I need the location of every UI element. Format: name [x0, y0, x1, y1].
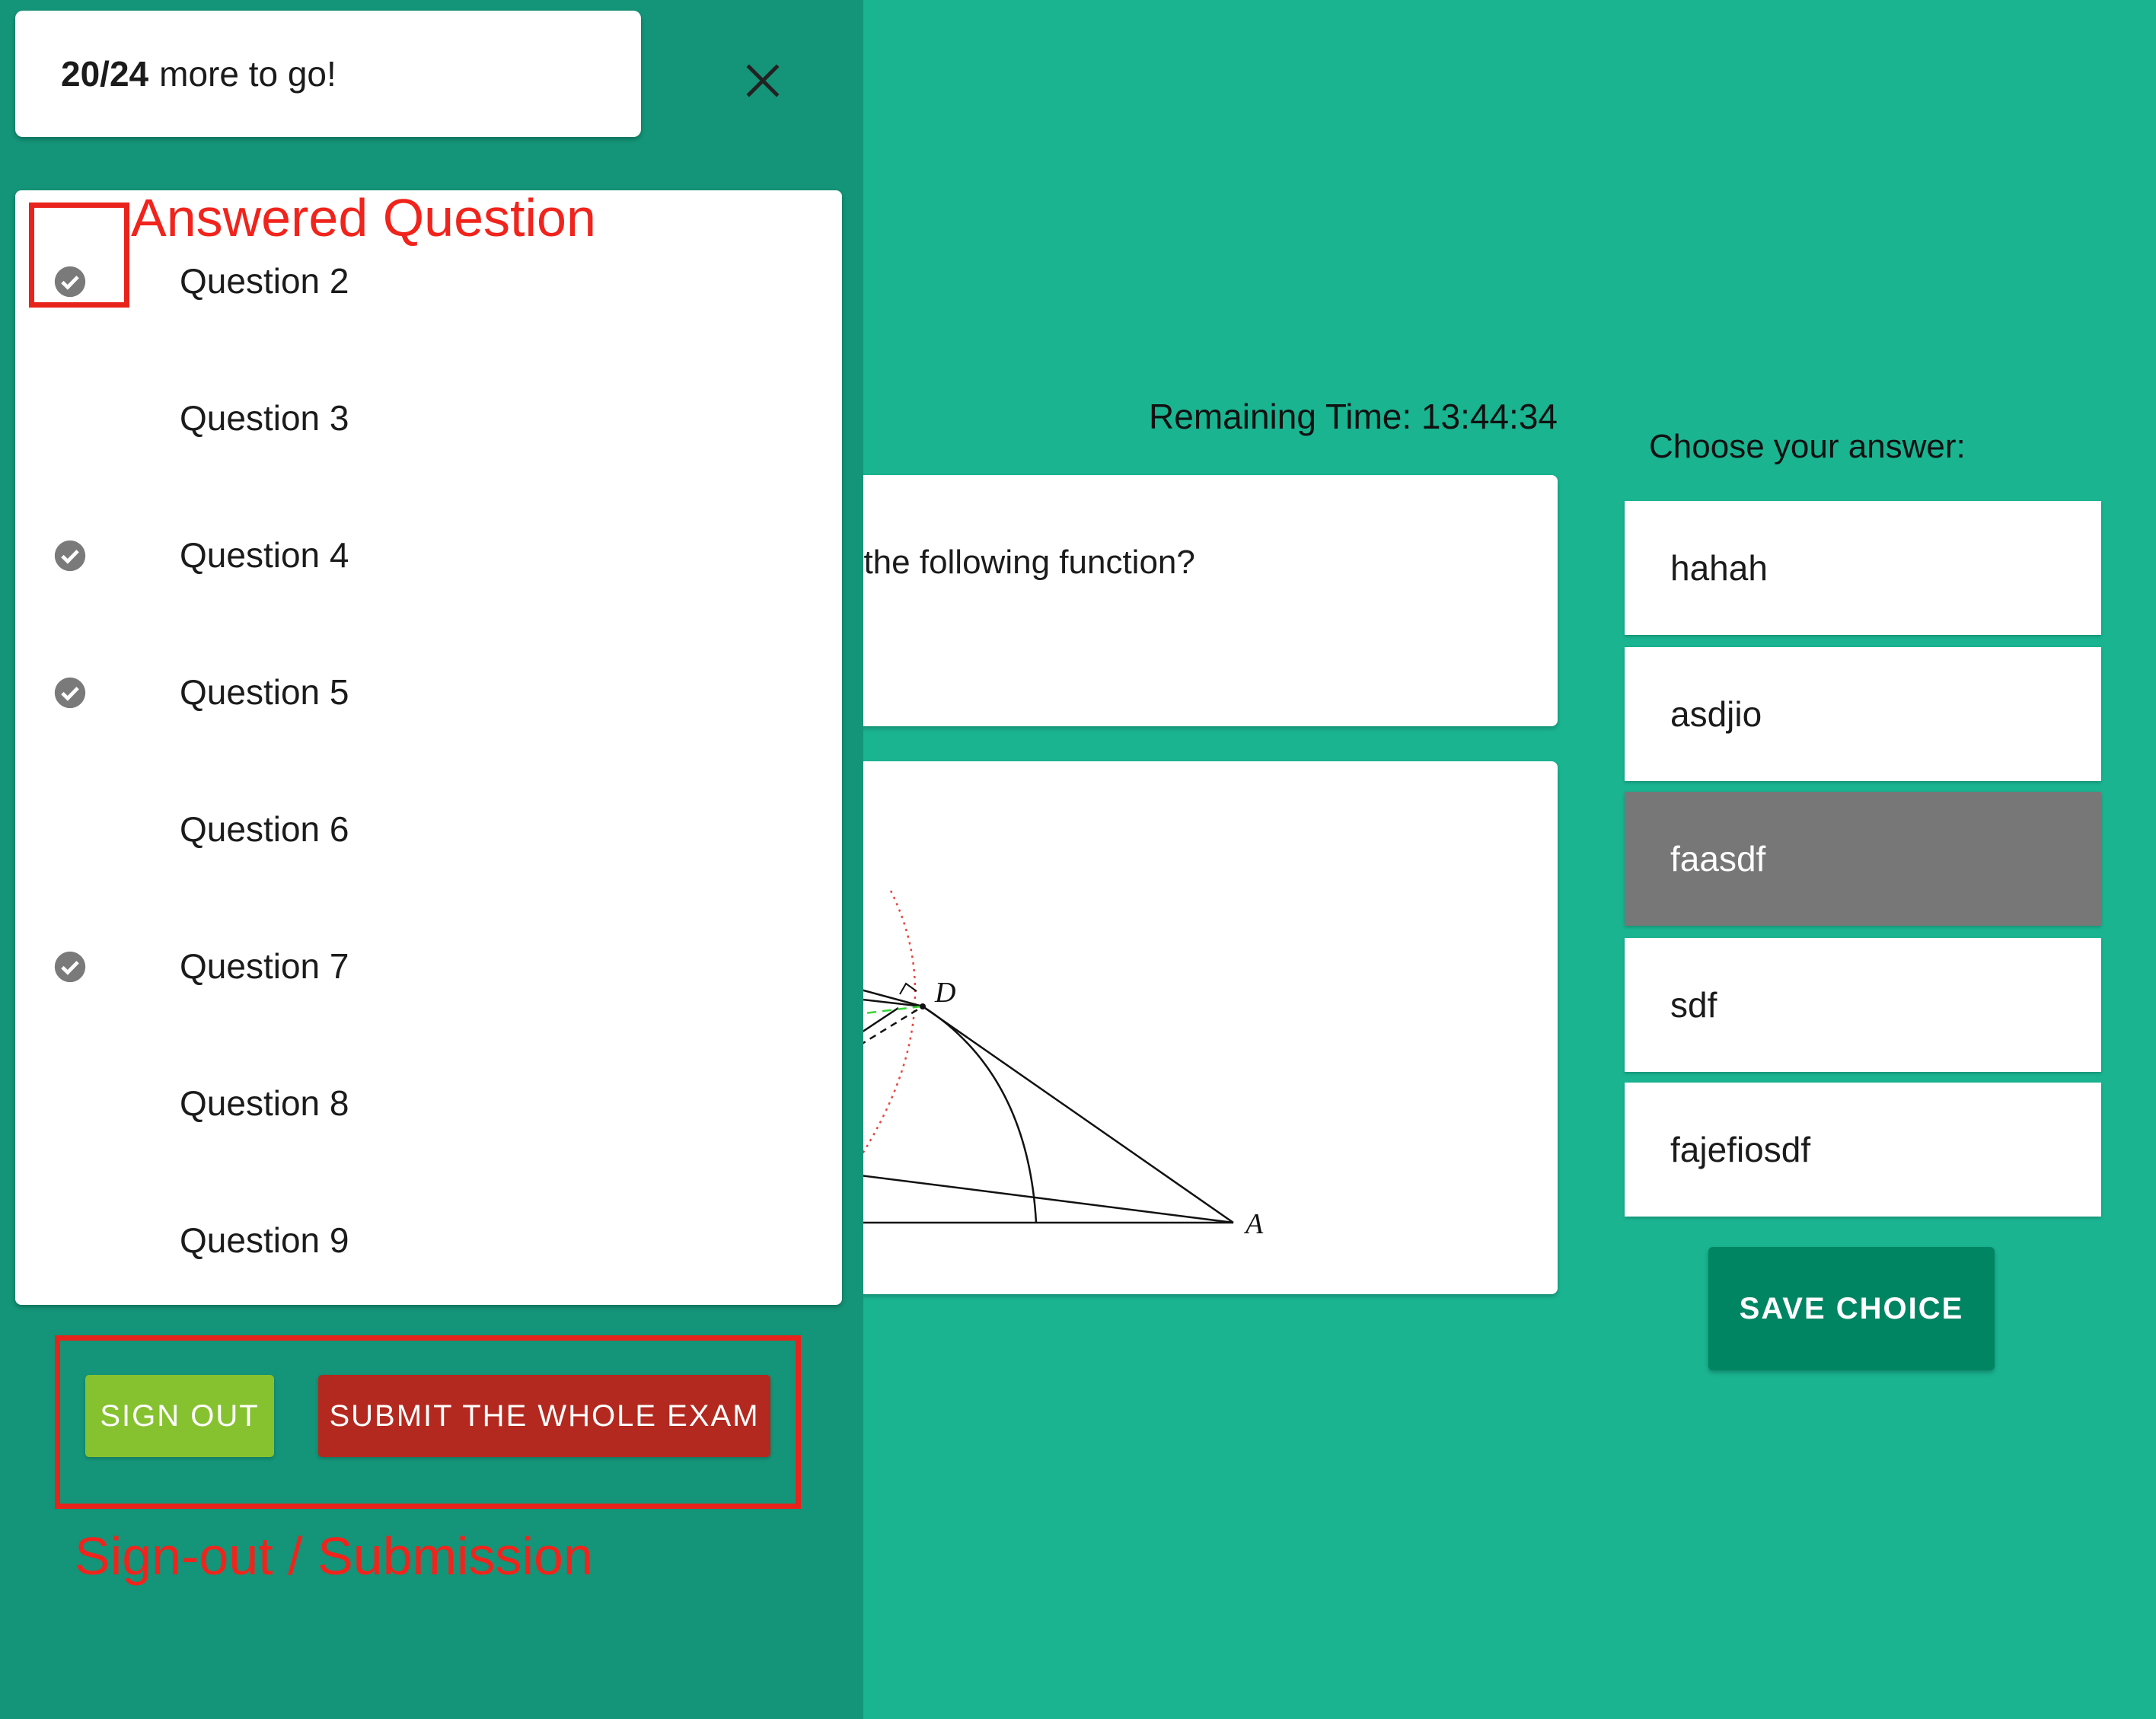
- check-circle-icon: [54, 540, 86, 572]
- question-label: Question 6: [180, 809, 349, 849]
- remaining-time: Remaining Time: 13:44:34: [1149, 397, 1558, 436]
- figure-label-a: A: [1243, 1208, 1264, 1240]
- question-list-item[interactable]: Question 2: [15, 213, 842, 350]
- check-circle-icon: [54, 677, 86, 709]
- close-drawer-button[interactable]: [735, 53, 790, 108]
- figure-point-d: [920, 1003, 926, 1009]
- figure-right-angle: [899, 982, 917, 995]
- figure-label-d: D: [934, 977, 955, 1009]
- answer-option-label: asdjio: [1670, 694, 1762, 734]
- question-label: Question 2: [180, 261, 349, 301]
- question-label: Question 9: [180, 1220, 349, 1260]
- figure-dotted-circle: [859, 890, 917, 1158]
- question-list-item[interactable]: Question 6: [15, 761, 842, 898]
- answer-option-label: sdf: [1670, 985, 1717, 1025]
- choose-answer-label: Choose your answer:: [1649, 428, 1966, 465]
- progress-card: 20/24 more to go!: [15, 11, 641, 137]
- answer-option[interactable]: asdjio: [1625, 647, 2101, 781]
- check-circle-icon: [54, 951, 86, 983]
- question-figure-card: D A: [777, 761, 1558, 1294]
- question-label: Question 7: [180, 946, 349, 986]
- answer-option-label: fajefiosdf: [1670, 1130, 1811, 1169]
- question-list: Question 2 Question 3 Question 4 Questio…: [15, 190, 842, 1305]
- question-list-item[interactable]: Question 9: [15, 1172, 842, 1305]
- question-list-item[interactable]: Question 8: [15, 1035, 842, 1172]
- save-choice-button[interactable]: SAVE CHOICE: [1708, 1247, 1995, 1370]
- question-label: Question 4: [180, 535, 349, 575]
- progress-suffix: more to go!: [159, 54, 336, 94]
- submit-exam-button[interactable]: SUBMIT THE WHOLE EXAM: [318, 1375, 770, 1457]
- answer-option-label: faasdf: [1670, 839, 1766, 879]
- check-circle-icon: [54, 266, 86, 298]
- figure-line-da: [922, 1005, 1234, 1224]
- geometry-figure: D A: [777, 890, 1264, 1240]
- progress-count: 20/24: [61, 54, 149, 94]
- question-card: f the following function? ): [777, 475, 1558, 726]
- question-label: Question 8: [180, 1083, 349, 1123]
- answer-option[interactable]: fajefiosdf: [1625, 1083, 2101, 1217]
- answer-option[interactable]: hahah: [1625, 501, 2101, 635]
- question-list-item[interactable]: Question 5: [15, 624, 842, 761]
- question-label: Question 5: [180, 672, 349, 712]
- question-text: f the following function?: [845, 544, 1195, 581]
- answer-option[interactable]: sdf: [1625, 938, 2101, 1072]
- question-list-item[interactable]: Question 4: [15, 487, 842, 624]
- question-list-item[interactable]: Question 7: [15, 898, 842, 1035]
- question-drawer: 20/24 more to go! Question 2 Question 3 …: [0, 0, 863, 1719]
- sign-out-button[interactable]: SIGN OUT: [85, 1375, 274, 1457]
- question-label: Question 3: [180, 398, 349, 438]
- answer-option-label: hahah: [1670, 548, 1768, 588]
- question-list-item[interactable]: Question 3: [15, 350, 842, 487]
- close-icon: [746, 64, 780, 97]
- answer-option-selected[interactable]: faasdf: [1625, 792, 2101, 926]
